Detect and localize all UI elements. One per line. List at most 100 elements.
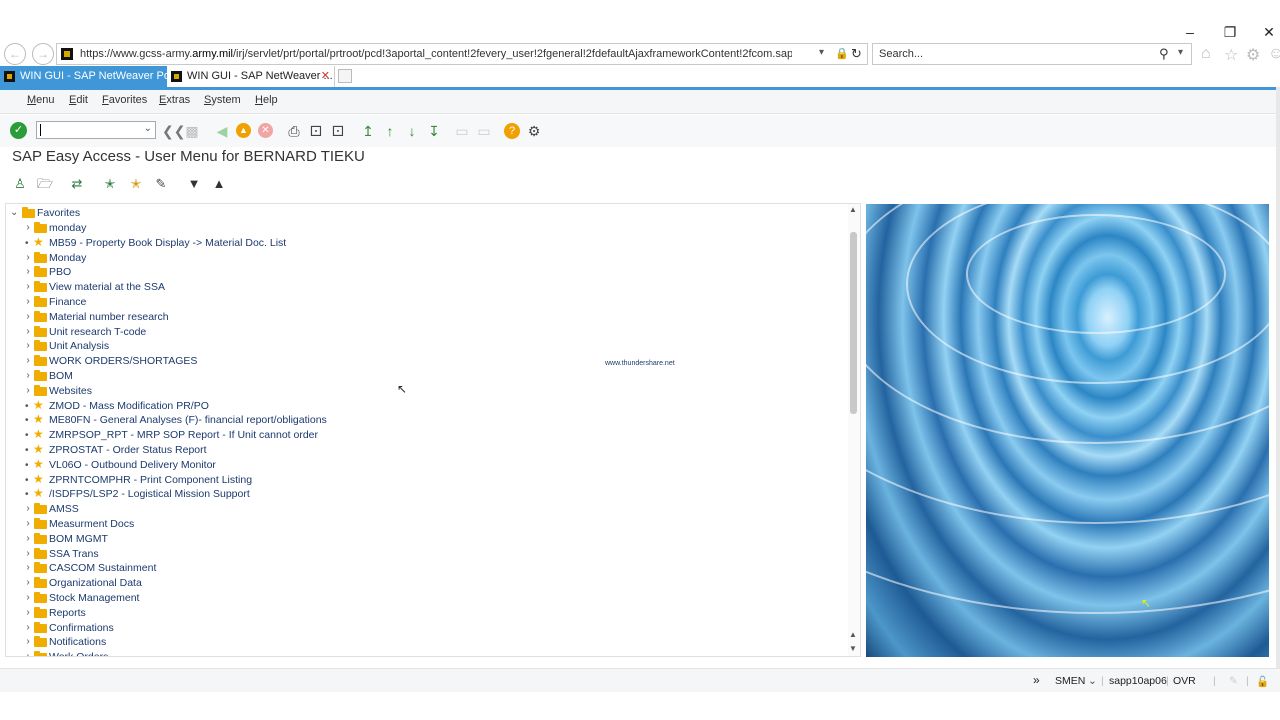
print-icon[interactable]: ⎙ <box>286 123 302 139</box>
chevron-right-icon[interactable]: › <box>24 252 32 263</box>
tree-folder-item[interactable]: › BOM MGMT <box>6 532 846 547</box>
menu-extras[interactable]: Extras <box>159 94 190 106</box>
chevron-right-icon[interactable]: › <box>24 355 32 366</box>
search-dropdown-icon[interactable]: ▾ <box>1178 47 1183 58</box>
close-tab-icon[interactable]: ✕ <box>321 66 330 87</box>
tree-scrollbar[interactable]: ▲ ▲ ▼ <box>848 204 860 656</box>
last-page-icon[interactable]: ↧ <box>426 123 442 139</box>
other-menu-icon[interactable]: ⇄ <box>69 176 85 192</box>
tree-folder-item[interactable]: › CASCOM Sustainment <box>6 561 846 576</box>
chevron-right-icon[interactable]: › <box>24 385 32 396</box>
back-icon[interactable]: ← <box>4 43 26 65</box>
tree-folder-item[interactable]: › Organizational Data <box>6 576 846 591</box>
tree-folder-item[interactable]: › Websites <box>6 384 846 399</box>
tree-folder-item[interactable]: › Unit Analysis <box>6 339 846 354</box>
tree-folder-item[interactable]: › Monday <box>6 251 846 266</box>
scroll-thumb[interactable] <box>850 232 857 414</box>
close-window-icon[interactable]: ✕ <box>1261 24 1277 40</box>
tree-folder-item[interactable]: › WORK ORDERS/SHORTAGES <box>6 354 846 369</box>
scroll-up-icon[interactable]: ▲ <box>849 205 857 214</box>
tree-folder-item[interactable]: › Notifications <box>6 635 846 650</box>
tree-transaction-item[interactable]: • ★ ZPRNTCOMPHR - Print Component Listing <box>6 472 846 488</box>
chevron-right-icon[interactable]: › <box>24 562 32 573</box>
browser-search-box[interactable]: Search... ⚲ ▾ <box>872 43 1192 65</box>
move-up-icon[interactable]: ▲ <box>211 176 227 192</box>
menu-help[interactable]: Help <box>255 94 278 106</box>
refresh-icon[interactable]: ↻ <box>851 46 862 62</box>
user-menu-icon[interactable]: ♙ <box>12 176 28 192</box>
chevron-right-icon[interactable]: › <box>24 370 32 381</box>
shortcut-icon[interactable]: ▭ <box>476 123 492 139</box>
chevron-right-icon[interactable]: › <box>24 607 32 618</box>
chevron-down-icon[interactable]: ⌄ <box>10 207 18 218</box>
chevron-right-icon[interactable]: › <box>24 326 32 337</box>
expand-status-icon[interactable]: » <box>1033 673 1040 687</box>
menu-system[interactable]: System <box>204 94 241 106</box>
next-page-icon[interactable]: ↓ <box>404 123 420 139</box>
page-scrollbar[interactable] <box>1276 87 1280 668</box>
customize-layout-gear-icon[interactable]: ⚙ <box>526 123 542 139</box>
chevron-right-icon[interactable]: › <box>24 281 32 292</box>
enter-check-icon[interactable]: ✓ <box>10 122 27 139</box>
find-next-icon[interactable]: ⚀ <box>330 123 346 139</box>
dropdown-icon[interactable]: ▾ <box>819 47 824 58</box>
settings-gear-icon[interactable]: ⚙ <box>1246 45 1260 65</box>
tree-folder-item[interactable]: › monday <box>6 221 846 236</box>
delete-favorite-icon[interactable]: ✭ <box>128 176 144 192</box>
url-text[interactable]: https://www.gcss-army.army.mil/irj/servl… <box>80 48 792 60</box>
chevron-down-icon[interactable]: ⌄ <box>144 123 152 134</box>
tree-folder-item[interactable]: › Confirmations <box>6 621 846 636</box>
search-icon[interactable]: ⚲ <box>1159 46 1169 62</box>
tab-win-gui-2[interactable]: WIN GUI - SAP NetWeaver ... ✕ <box>167 66 335 87</box>
tree-folder-item[interactable]: › PBO <box>6 265 846 280</box>
tree-transaction-item[interactable]: • ★ /ISDFPS/LSP2 - Logistical Mission Supp… <box>6 486 846 502</box>
chevron-right-icon[interactable]: › <box>24 503 32 514</box>
minimize-icon[interactable]: – <box>1182 24 1198 40</box>
tree-transaction-item[interactable]: • ★ ME80FN - General Analyses (F)- financi… <box>6 412 846 428</box>
add-favorite-icon[interactable]: ✭ <box>102 176 118 192</box>
command-field[interactable]: ⌄ <box>36 121 156 139</box>
collapse-double-left-icon[interactable]: ❮❮ <box>162 123 185 139</box>
tree-folder-item[interactable]: › Measurment Docs <box>6 517 846 532</box>
tree-folder-item[interactable]: › Material number research <box>6 310 846 325</box>
tree-folder-item[interactable]: › Finance <box>6 295 846 310</box>
tree-folder-item[interactable]: › Work Orders <box>6 650 846 656</box>
chevron-right-icon[interactable]: › <box>24 533 32 544</box>
help-icon[interactable]: ? <box>504 123 520 139</box>
tab-win-gui-1[interactable]: WIN GUI - SAP NetWeaver Port... <box>0 66 167 87</box>
back-nav-icon[interactable]: ◀ <box>214 123 230 139</box>
scroll-up-icon[interactable]: ▲ <box>849 630 857 639</box>
create-session-icon[interactable]: ▭ <box>454 123 470 139</box>
feedback-icon[interactable]: ☺ <box>1268 45 1280 63</box>
sap-menu-icon[interactable]: 🗁 <box>37 176 53 192</box>
scroll-down-icon[interactable]: ▼ <box>849 644 857 653</box>
menu-menu[interactable]: Menu <box>27 94 55 106</box>
tree-transaction-item[interactable]: • ★ ZPROSTAT - Order Status Report <box>6 442 846 458</box>
chevron-right-icon[interactable]: › <box>24 622 32 633</box>
tree-folder-item[interactable]: › AMSS <box>6 502 846 517</box>
find-icon[interactable]: ⚀ <box>308 123 324 139</box>
previous-page-icon[interactable]: ↑ <box>382 123 398 139</box>
move-down-icon[interactable]: ▼ <box>186 176 202 192</box>
chevron-right-icon[interactable]: › <box>24 518 32 529</box>
cancel-icon[interactable]: ✕ <box>258 123 273 138</box>
tree-folder-item[interactable]: › Reports <box>6 606 846 621</box>
lock-icon[interactable]: 🔒 <box>835 47 849 60</box>
exit-icon[interactable]: ▲ <box>236 123 251 138</box>
menu-favorites[interactable]: Favorites <box>102 94 147 106</box>
chevron-right-icon[interactable]: › <box>24 592 32 603</box>
address-bar[interactable]: https://www.gcss-army.army.mil/irj/servl… <box>56 43 868 65</box>
home-icon[interactable]: ⌂ <box>1201 45 1211 63</box>
tree-folder-item[interactable]: › Unit research T-code <box>6 325 846 340</box>
tree-transaction-item[interactable]: • ★ VL06O - Outbound Delivery Monitor <box>6 457 846 473</box>
chevron-right-icon[interactable]: › <box>24 548 32 559</box>
chevron-right-icon[interactable]: › <box>24 577 32 588</box>
restore-icon[interactable]: ❐ <box>1222 24 1238 40</box>
chevron-right-icon[interactable]: › <box>24 340 32 351</box>
new-tab-button[interactable] <box>338 69 352 83</box>
tree-folder-item[interactable]: › Stock Management <box>6 591 846 606</box>
favorites-star-icon[interactable]: ☆ <box>1224 45 1238 65</box>
menu-edit[interactable]: Edit <box>69 94 88 106</box>
chevron-right-icon[interactable]: › <box>24 266 32 277</box>
first-page-icon[interactable]: ↥ <box>360 123 376 139</box>
